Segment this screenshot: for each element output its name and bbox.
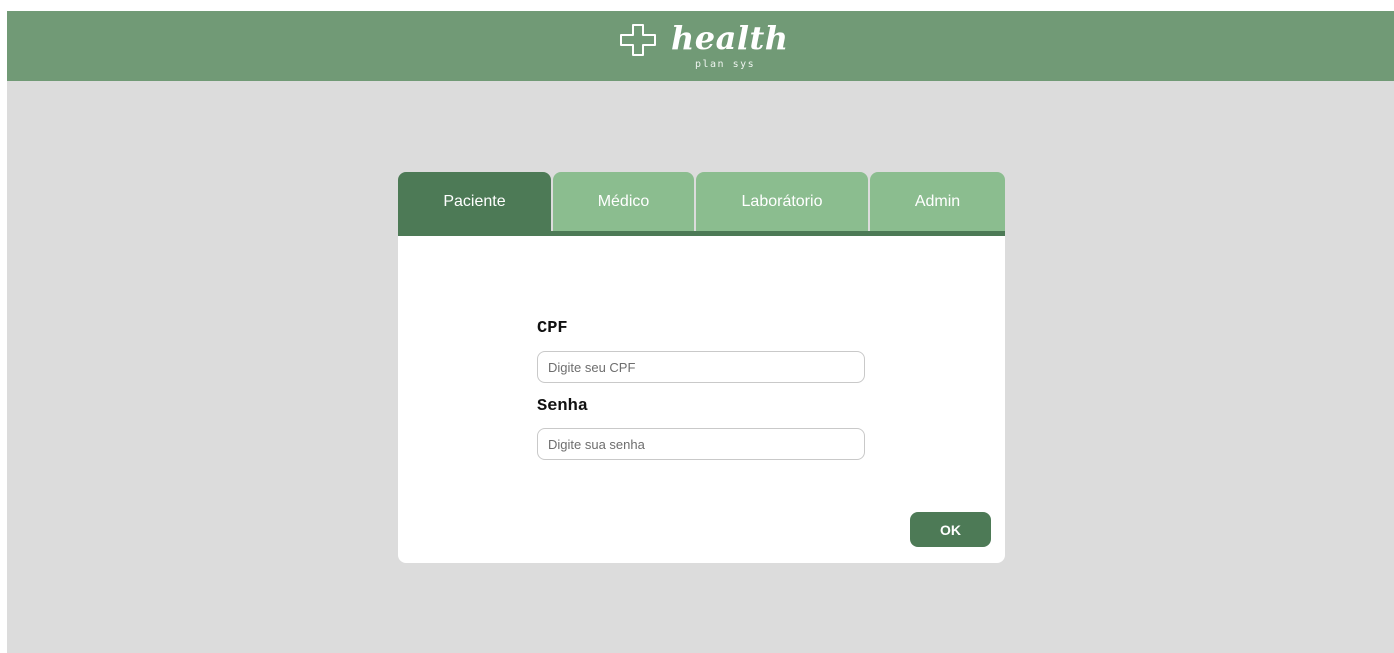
tab-paciente[interactable]: Paciente bbox=[398, 172, 551, 232]
tab-medico[interactable]: Médico bbox=[553, 172, 694, 232]
logo-wordmark: health bbox=[671, 19, 789, 57]
tab-laboratorio[interactable]: Laborátorio bbox=[696, 172, 868, 232]
page-background: health plan sys Paciente Médico Laboráto… bbox=[7, 11, 1394, 653]
senha-input[interactable] bbox=[537, 428, 865, 460]
header-bar: health plan sys bbox=[7, 11, 1394, 81]
login-card: Paciente Médico Laborátorio Admin CPF Se… bbox=[398, 172, 1005, 563]
medical-cross-icon bbox=[619, 23, 659, 57]
user-type-tabs: Paciente Médico Laborátorio Admin bbox=[398, 172, 1005, 236]
login-form-panel: CPF Senha OK bbox=[398, 236, 1005, 563]
cpf-input[interactable] bbox=[537, 351, 865, 383]
logo-subtitle: plan sys bbox=[695, 59, 756, 70]
cpf-label: CPF bbox=[537, 319, 568, 338]
tab-admin[interactable]: Admin bbox=[870, 172, 1005, 232]
ok-button[interactable]: OK bbox=[910, 512, 991, 547]
app-logo[interactable]: health plan sys bbox=[619, 17, 799, 77]
senha-label: Senha bbox=[537, 397, 589, 416]
